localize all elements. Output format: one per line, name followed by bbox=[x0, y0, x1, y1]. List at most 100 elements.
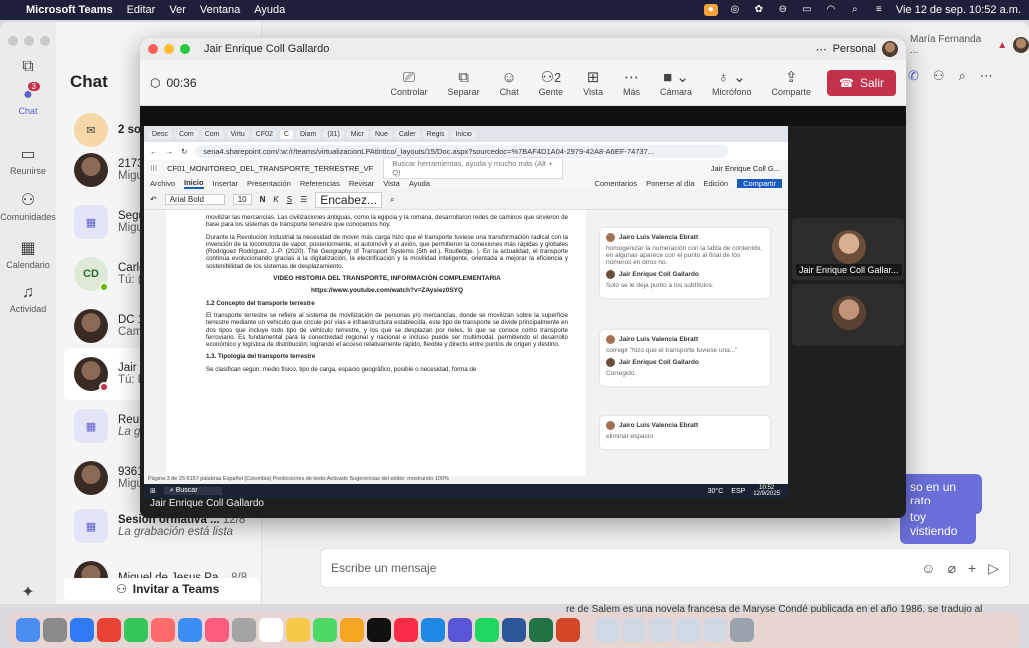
appstore-icon[interactable] bbox=[421, 618, 445, 642]
browser-tab-active[interactable]: C bbox=[279, 129, 293, 139]
attach-icon[interactable]: ⌀ bbox=[948, 560, 956, 577]
participant-tile[interactable]: Jair Enrique Coll Gallar... bbox=[792, 218, 904, 280]
display-icon[interactable]: ▭ bbox=[800, 4, 814, 16]
underline-icon[interactable]: S bbox=[287, 195, 292, 204]
windows-clock[interactable]: 10:52 12/9/2025 bbox=[753, 485, 780, 497]
url-field[interactable]: sena4.sharepoint.com/:w:/r/teams/virtual… bbox=[195, 144, 728, 158]
teams-dock-icon[interactable] bbox=[448, 618, 472, 642]
document-thumb-icon[interactable] bbox=[703, 618, 727, 642]
menu-ver[interactable]: Ver bbox=[169, 4, 186, 16]
music-icon[interactable] bbox=[394, 618, 418, 642]
doc-name[interactable]: CF01_MONITOREO_DEL_TRANSPORTE_TERRESTRE_… bbox=[167, 164, 373, 173]
font-size-select[interactable]: 10 bbox=[232, 194, 252, 205]
finder-icon[interactable] bbox=[16, 618, 40, 642]
rail-comunidades[interactable]: ⚇ Comunidades bbox=[0, 190, 56, 222]
editing-button[interactable]: Edición bbox=[703, 179, 728, 188]
word-tab-referencias[interactable]: Referencias bbox=[300, 179, 340, 188]
bold-icon[interactable]: N bbox=[260, 195, 266, 204]
weather-text[interactable]: 30°C bbox=[708, 488, 724, 495]
share-doc-button[interactable]: Compartir bbox=[737, 178, 782, 188]
spotify-icon[interactable] bbox=[475, 618, 499, 642]
word-tab-presentacion[interactable]: Presentación bbox=[247, 179, 291, 188]
calendar-icon[interactable] bbox=[259, 618, 283, 642]
messages-icon[interactable] bbox=[124, 618, 148, 642]
search-icon[interactable]: ⌕ bbox=[959, 68, 966, 84]
self-tile[interactable] bbox=[792, 284, 904, 346]
paragraph[interactable]: El transporte terrestre se refiere al si… bbox=[206, 312, 568, 348]
mic-button[interactable]: ♁ ⌄ Micrófono bbox=[712, 69, 752, 97]
word-tab-revisar[interactable]: Revisar bbox=[349, 179, 374, 188]
tv-icon[interactable] bbox=[367, 618, 391, 642]
apps-icon[interactable]: ✦ bbox=[0, 582, 56, 604]
account-avatar[interactable] bbox=[882, 41, 898, 57]
minimize-dot[interactable] bbox=[24, 36, 34, 46]
font-select[interactable]: Arial Bold bbox=[164, 194, 225, 205]
catch-up-button[interactable]: Ponerse al día bbox=[646, 179, 694, 188]
word-search-input[interactable]: Buscar herramientas, ayuda y mucho más (… bbox=[383, 157, 564, 179]
document-thumb-icon[interactable] bbox=[622, 618, 646, 642]
paragraph[interactable]: movilizar las mercancías. Las civilizaci… bbox=[206, 214, 568, 229]
compose-box[interactable]: Escribe un mensaje ☺ ⌀ + ▷ bbox=[320, 548, 1010, 588]
menu-ayuda[interactable]: Ayuda bbox=[254, 4, 285, 16]
people-button[interactable]: ⚇2 Gente bbox=[539, 69, 564, 97]
invite-button[interactable]: ⚇ Invitar a Teams bbox=[64, 578, 260, 600]
browser-tab[interactable]: Virtu bbox=[226, 129, 249, 139]
find-icon[interactable]: ⌕ bbox=[390, 195, 394, 205]
comment-card[interactable]: Jairo Luis Valencia Ebratt homogenizar l… bbox=[600, 228, 770, 298]
extension-icon[interactable]: ✿ bbox=[752, 4, 766, 16]
mic-indicator-icon[interactable]: ● bbox=[703, 4, 718, 16]
browser-tab[interactable]: Inicio bbox=[451, 129, 476, 139]
comment-card[interactable]: Jairo Luis Valencia Ebratt eliminar espa… bbox=[600, 416, 770, 449]
browser-tab[interactable]: Desc bbox=[148, 129, 172, 139]
rail-reunirse[interactable]: ▭ Reunirse bbox=[0, 144, 56, 176]
share-button[interactable]: ⇪ Comparte bbox=[772, 69, 812, 97]
control-center-icon[interactable]: ≡ bbox=[872, 4, 886, 16]
menu-editar[interactable]: Editar bbox=[127, 4, 156, 16]
facetime-icon[interactable] bbox=[205, 618, 229, 642]
emoji-icon[interactable]: ☺ bbox=[921, 560, 935, 577]
header-user[interactable]: María Fernanda ... ▲ bbox=[910, 34, 1029, 56]
browser-tab[interactable]: CF02 bbox=[251, 129, 277, 139]
message-bubble[interactable]: toy vistiendo bbox=[900, 504, 976, 544]
section-heading[interactable]: 1.2 Concepto del transporte terrestre bbox=[206, 300, 568, 307]
document-thumb-icon[interactable] bbox=[649, 618, 673, 642]
creative-cloud-icon[interactable]: ◎ bbox=[728, 4, 742, 16]
undo-icon[interactable]: ↶ bbox=[150, 195, 157, 204]
notes-icon[interactable] bbox=[286, 618, 310, 642]
zoom-dot[interactable] bbox=[180, 44, 190, 54]
browser-tab[interactable]: Diam bbox=[295, 129, 321, 139]
comments-button[interactable]: Comentarios bbox=[595, 179, 638, 188]
zoom-dot[interactable] bbox=[40, 36, 50, 46]
reminders-icon[interactable] bbox=[313, 618, 337, 642]
excel-icon[interactable] bbox=[529, 618, 553, 642]
rail-calendario[interactable]: ▦ Calendario bbox=[0, 238, 56, 270]
view-button[interactable]: ⊞ Vista bbox=[583, 69, 603, 97]
paragraph[interactable]: Durante la Revolución Industrial la nece… bbox=[206, 234, 568, 270]
chrome-icon[interactable] bbox=[97, 618, 121, 642]
word-tab-inicio[interactable]: Inicio bbox=[184, 178, 204, 189]
video-title[interactable]: VIDEO HISTORIA DEL TRANSPORTE, INFORMACI… bbox=[206, 275, 568, 282]
word-tab-vista[interactable]: Vista bbox=[383, 179, 400, 188]
word-tab-insertar[interactable]: Insertar bbox=[213, 179, 238, 188]
browser-tab[interactable]: Micr bbox=[346, 129, 368, 139]
italic-icon[interactable]: K bbox=[273, 195, 278, 204]
add-people-icon[interactable]: ⚇ bbox=[933, 68, 945, 84]
paragraph[interactable]: Se clasifican según: medio físico, tipo … bbox=[206, 366, 568, 373]
account-label[interactable]: Personal bbox=[833, 43, 876, 55]
wifi-icon[interactable]: ◠ bbox=[824, 4, 838, 16]
reload-icon[interactable]: ↻ bbox=[181, 147, 187, 156]
windows-search[interactable]: ⌕ Buscar bbox=[163, 487, 222, 495]
minimize-dot[interactable] bbox=[164, 44, 174, 54]
camera-button[interactable]: ■ ⌄ Cámara bbox=[660, 69, 692, 97]
mail-icon[interactable] bbox=[178, 618, 202, 642]
menu-clock[interactable]: Vie 12 de sep. 10:52 a.m. bbox=[896, 4, 1021, 16]
control-button[interactable]: ⎚ Controlar bbox=[391, 69, 428, 97]
browser-tab[interactable]: Nue bbox=[371, 129, 392, 139]
safari-icon[interactable] bbox=[70, 618, 94, 642]
comment-card[interactable]: Jairo Luis Valencia Ebratt corregir "hiz… bbox=[600, 330, 770, 386]
send-icon[interactable]: ▷ bbox=[988, 560, 999, 577]
word-tab-ayuda[interactable]: Ayuda bbox=[409, 179, 430, 188]
folder-icon[interactable] bbox=[595, 618, 619, 642]
close-dot[interactable] bbox=[148, 44, 158, 54]
record-icon[interactable]: ⊖ bbox=[776, 4, 790, 16]
